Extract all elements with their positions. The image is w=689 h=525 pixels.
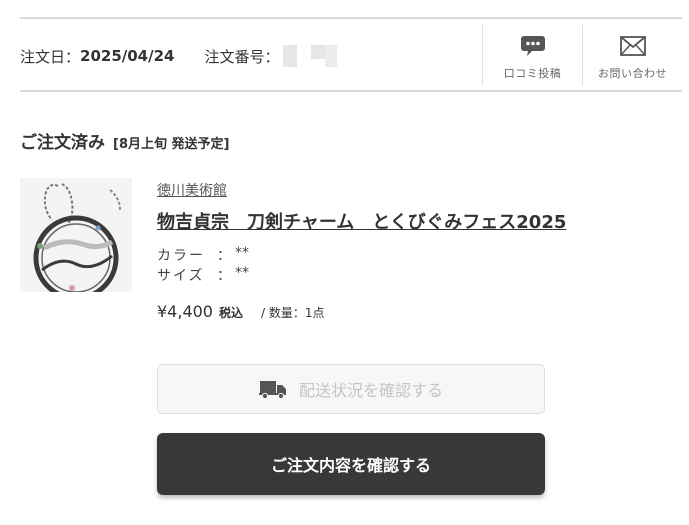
view-order-details-label: ご注文内容を確認する [270, 456, 431, 475]
order-number-redacted [325, 45, 338, 67]
order-date-label: 注文日： [20, 47, 81, 66]
spec-size: サイズ ： ** [157, 265, 249, 285]
price-amount: ¥4,400 [157, 302, 213, 321]
order-number-redacted [311, 45, 326, 59]
status-main: ご注文済み [20, 133, 105, 153]
track-shipping-button[interactable]: 配送状況を確認する [157, 364, 545, 414]
spec-size-label: サイズ [157, 268, 205, 284]
quantity-label: / 数量：1点 [261, 306, 325, 320]
order-status: ご注文済み [8月上旬 発送予定] [20, 128, 229, 153]
order-date-value: 2025/04/24 [80, 47, 175, 65]
truck-icon [258, 379, 287, 399]
shop-link[interactable]: 徳川美術館 [157, 180, 227, 200]
envelope-icon [619, 33, 646, 59]
order-header: 注文日： 2025/04/24 注文番号： 口コミ投稿 お問い合わせ [20, 17, 682, 92]
contact-label: お問い合わせ [598, 67, 667, 80]
spec-separator: ： [217, 248, 231, 264]
product-thumbnail[interactable] [20, 178, 132, 301]
order-number: 注文番号： [204, 45, 338, 67]
order-info: 注文日： 2025/04/24 注文番号： [20, 45, 338, 67]
product-name-link[interactable]: 物吉貞宗 刀剣チャーム とくびぐみフェス2025 [157, 208, 566, 234]
review-label: 口コミ投稿 [503, 67, 562, 80]
tax-included-label: 税込 [218, 306, 243, 320]
contact-button[interactable]: お問い合わせ [582, 25, 682, 86]
status-shipping-schedule: [8月上旬 発送予定] [113, 137, 230, 152]
order-number-redacted [283, 45, 298, 67]
spec-color-label: カラー [157, 248, 205, 264]
price-row: ¥4,400 税込 / 数量：1点 [157, 302, 325, 321]
spec-color: カラー ： ** [157, 245, 249, 265]
speech-bubble-icon [520, 33, 546, 59]
spec-color-value: ** [235, 245, 249, 261]
view-order-details-button[interactable]: ご注文内容を確認する [157, 433, 545, 495]
track-shipping-label: 配送状況を確認する [298, 381, 443, 400]
spec-size-value: ** [235, 265, 249, 281]
review-button[interactable]: 口コミ投稿 [482, 25, 582, 86]
order-number-label: 注文番号： [204, 47, 280, 66]
spec-separator: ： [217, 268, 231, 284]
